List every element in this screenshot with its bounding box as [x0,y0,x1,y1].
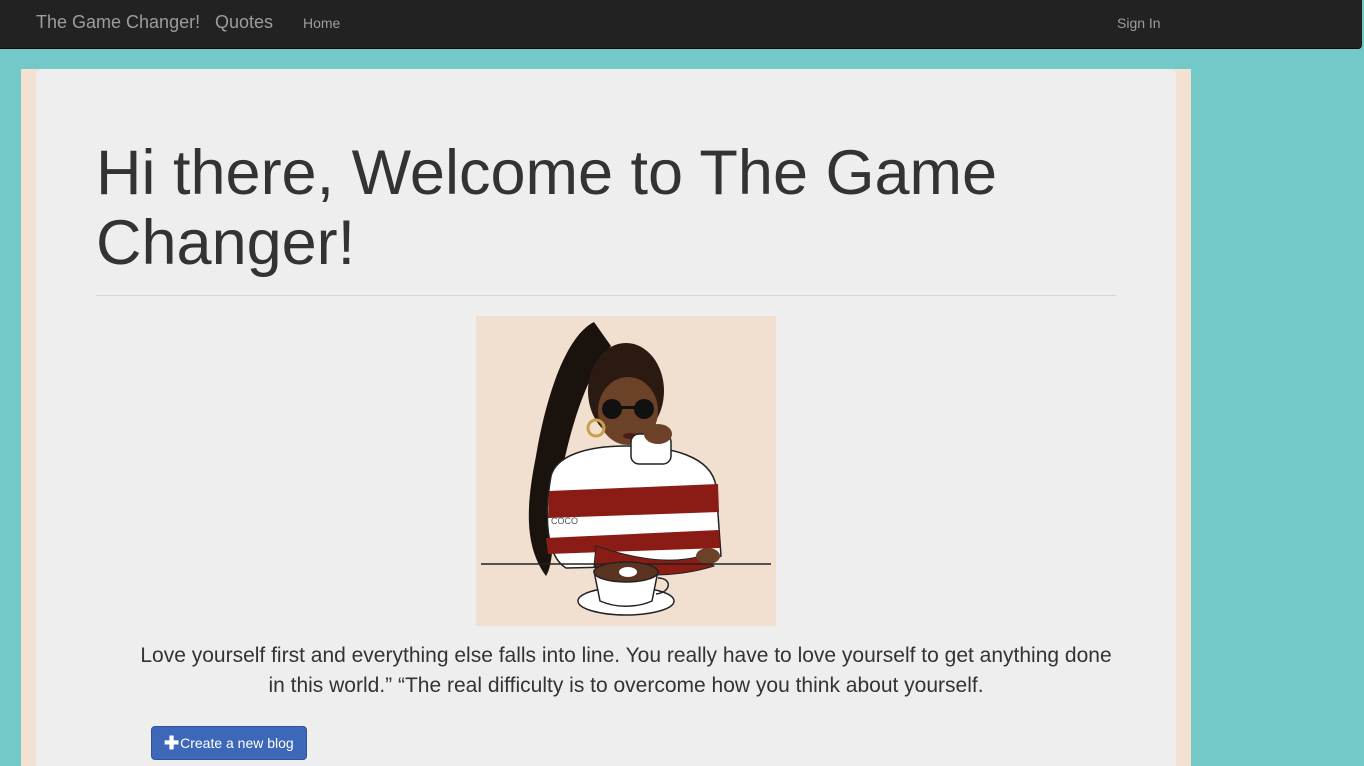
illustration-sleeve-text: COCO [551,516,578,526]
hero-illustration: COCO [476,316,776,626]
nav-home-link[interactable]: Home [303,15,340,31]
divider [96,295,1116,296]
create-blog-label: Create a new blog [180,735,294,751]
nav-signin-link[interactable]: Sign In [1117,15,1161,31]
plus-icon: ✚ [164,733,180,753]
brand-link[interactable]: The Game Changer! [36,12,200,33]
page-title: Hi there, Welcome to The Game Changer! [96,138,998,278]
quotes-link[interactable]: Quotes [215,12,273,33]
quote-text: Love yourself first and everything else … [140,644,1112,697]
create-blog-button[interactable]: ✚ Create a new blog [151,726,307,760]
top-navbar: The Game Changer! Quotes Home Sign In [0,0,1362,49]
